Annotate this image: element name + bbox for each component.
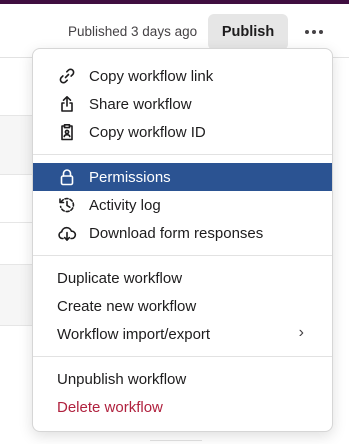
menu-item-unpublish-workflow[interactable]: Unpublish workflow (33, 365, 332, 393)
menu-separator (33, 356, 332, 357)
published-status: Published 3 days ago (68, 24, 198, 39)
menu-item-label: Activity log (89, 196, 161, 214)
link-icon (57, 66, 77, 86)
lock-icon (57, 167, 77, 187)
menu-item-label: Unpublish workflow (57, 370, 187, 388)
menu-item-label: Copy workflow ID (89, 123, 206, 141)
menu-item-share-workflow[interactable]: Share workflow (33, 90, 332, 118)
more-dot-icon (312, 30, 316, 34)
menu-item-workflow-import-export[interactable]: Workflow import/export › (33, 320, 332, 348)
menu-item-download-form-responses[interactable]: Download form responses (33, 219, 332, 247)
menu-item-label: Duplicate workflow (57, 269, 183, 287)
menu-item-label: Delete workflow (57, 398, 163, 416)
clipboard-icon (57, 122, 77, 142)
workflow-menu: Copy workflow link Share workflow Copy w… (32, 48, 333, 432)
menu-item-copy-workflow-link[interactable]: Copy workflow link (33, 62, 332, 90)
menu-item-delete-workflow[interactable]: Delete workflow (33, 393, 332, 421)
menu-item-copy-workflow-id[interactable]: Copy workflow ID (33, 118, 332, 146)
menu-item-label: Workflow import/export (57, 325, 211, 343)
cloud-download-icon (57, 223, 77, 243)
menu-item-label: Create new workflow (57, 297, 197, 315)
more-dot-icon (305, 30, 309, 34)
share-icon (57, 94, 77, 114)
chevron-right-icon: › (298, 324, 304, 341)
more-actions-button[interactable] (300, 18, 328, 46)
menu-item-label: Permissions (89, 168, 171, 186)
menu-item-permissions[interactable]: Permissions (33, 163, 332, 191)
menu-item-create-new-workflow[interactable]: Create new workflow (33, 292, 332, 320)
background-divider (150, 440, 202, 441)
more-dot-icon (319, 30, 323, 34)
menu-separator (33, 255, 332, 256)
history-icon (57, 195, 77, 215)
menu-item-label: Share workflow (89, 95, 192, 113)
menu-item-label: Download form responses (89, 224, 264, 242)
menu-separator (33, 154, 332, 155)
publish-button[interactable]: Publish (208, 14, 288, 50)
menu-item-activity-log[interactable]: Activity log (33, 191, 332, 219)
menu-item-duplicate-workflow[interactable]: Duplicate workflow (33, 264, 332, 292)
menu-item-label: Copy workflow link (89, 67, 214, 85)
